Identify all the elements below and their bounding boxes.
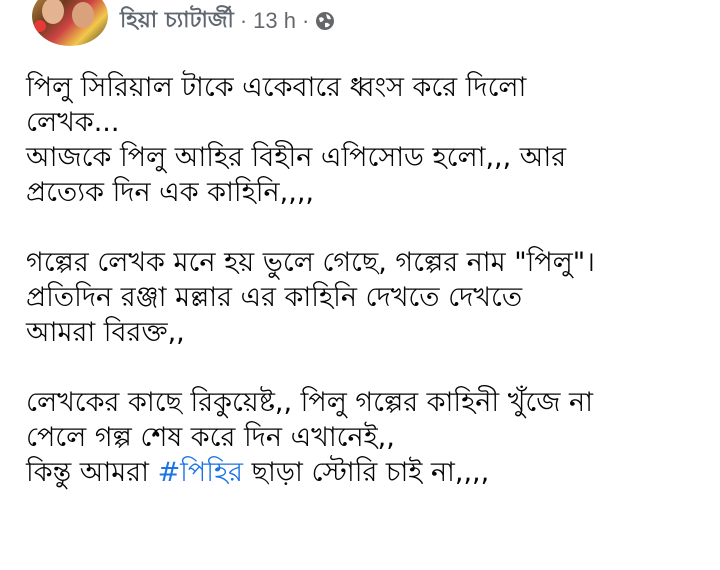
hashtag-link[interactable]: #পিহির	[158, 457, 243, 488]
author-line: হিয়া চ্যাটার্জী · 13 h ·	[120, 6, 335, 36]
post-line: লেখকের কাছে রিকুয়েষ্ট,, পিলু গল্পের কাহ…	[26, 387, 593, 418]
post-line: পেলে গল্প শেষ করে দিন এখানেই,,	[26, 422, 395, 453]
avatar-face	[42, 0, 64, 24]
post-line: প্রত্যেক দিন এক কাহিনি,,,,	[26, 177, 314, 208]
avatar-face	[72, 2, 94, 28]
post-line: লেখক...	[26, 107, 120, 138]
post-text-segment: ছাড়া স্টোরি চাই না,,,,	[243, 457, 490, 488]
post-text-segment: কিন্তু আমরা	[26, 457, 158, 488]
post-line: আজকে পিলু আহির বিহীন এপিসোড হলো,,, আর	[26, 142, 567, 173]
post-line-with-hashtag: কিন্তু আমরা #পিহির ছাড়া স্টোরি চাই না,,…	[26, 455, 706, 490]
post-line: আমরা বিরক্ত,,	[26, 317, 185, 348]
post-line: পিলু সিরিয়াল টাকে একেবারে ধ্বংস করে দিল…	[26, 72, 527, 103]
post-text: পিলু সিরিয়াল টাকে একেবারে ধ্বংস করে দিল…	[26, 70, 706, 490]
avatar[interactable]	[32, 0, 108, 46]
post-line: গল্পের লেখক মনে হয় ভুলে গেছে, গল্পের না…	[26, 247, 595, 278]
post-timestamp[interactable]: 13 h	[253, 8, 296, 34]
post-line: প্রতিদিন রঞ্জা মল্লার এর কাহিনি দেখতে দে…	[26, 282, 523, 313]
post-header: হিয়া চ্যাটার্জী · 13 h ·	[0, 0, 720, 50]
author-name[interactable]: হিয়া চ্যাটার্জী	[120, 3, 234, 40]
globe-icon[interactable]	[315, 11, 335, 31]
avatar-badge	[34, 20, 46, 32]
separator: ·	[301, 8, 310, 33]
separator: ·	[239, 8, 248, 33]
